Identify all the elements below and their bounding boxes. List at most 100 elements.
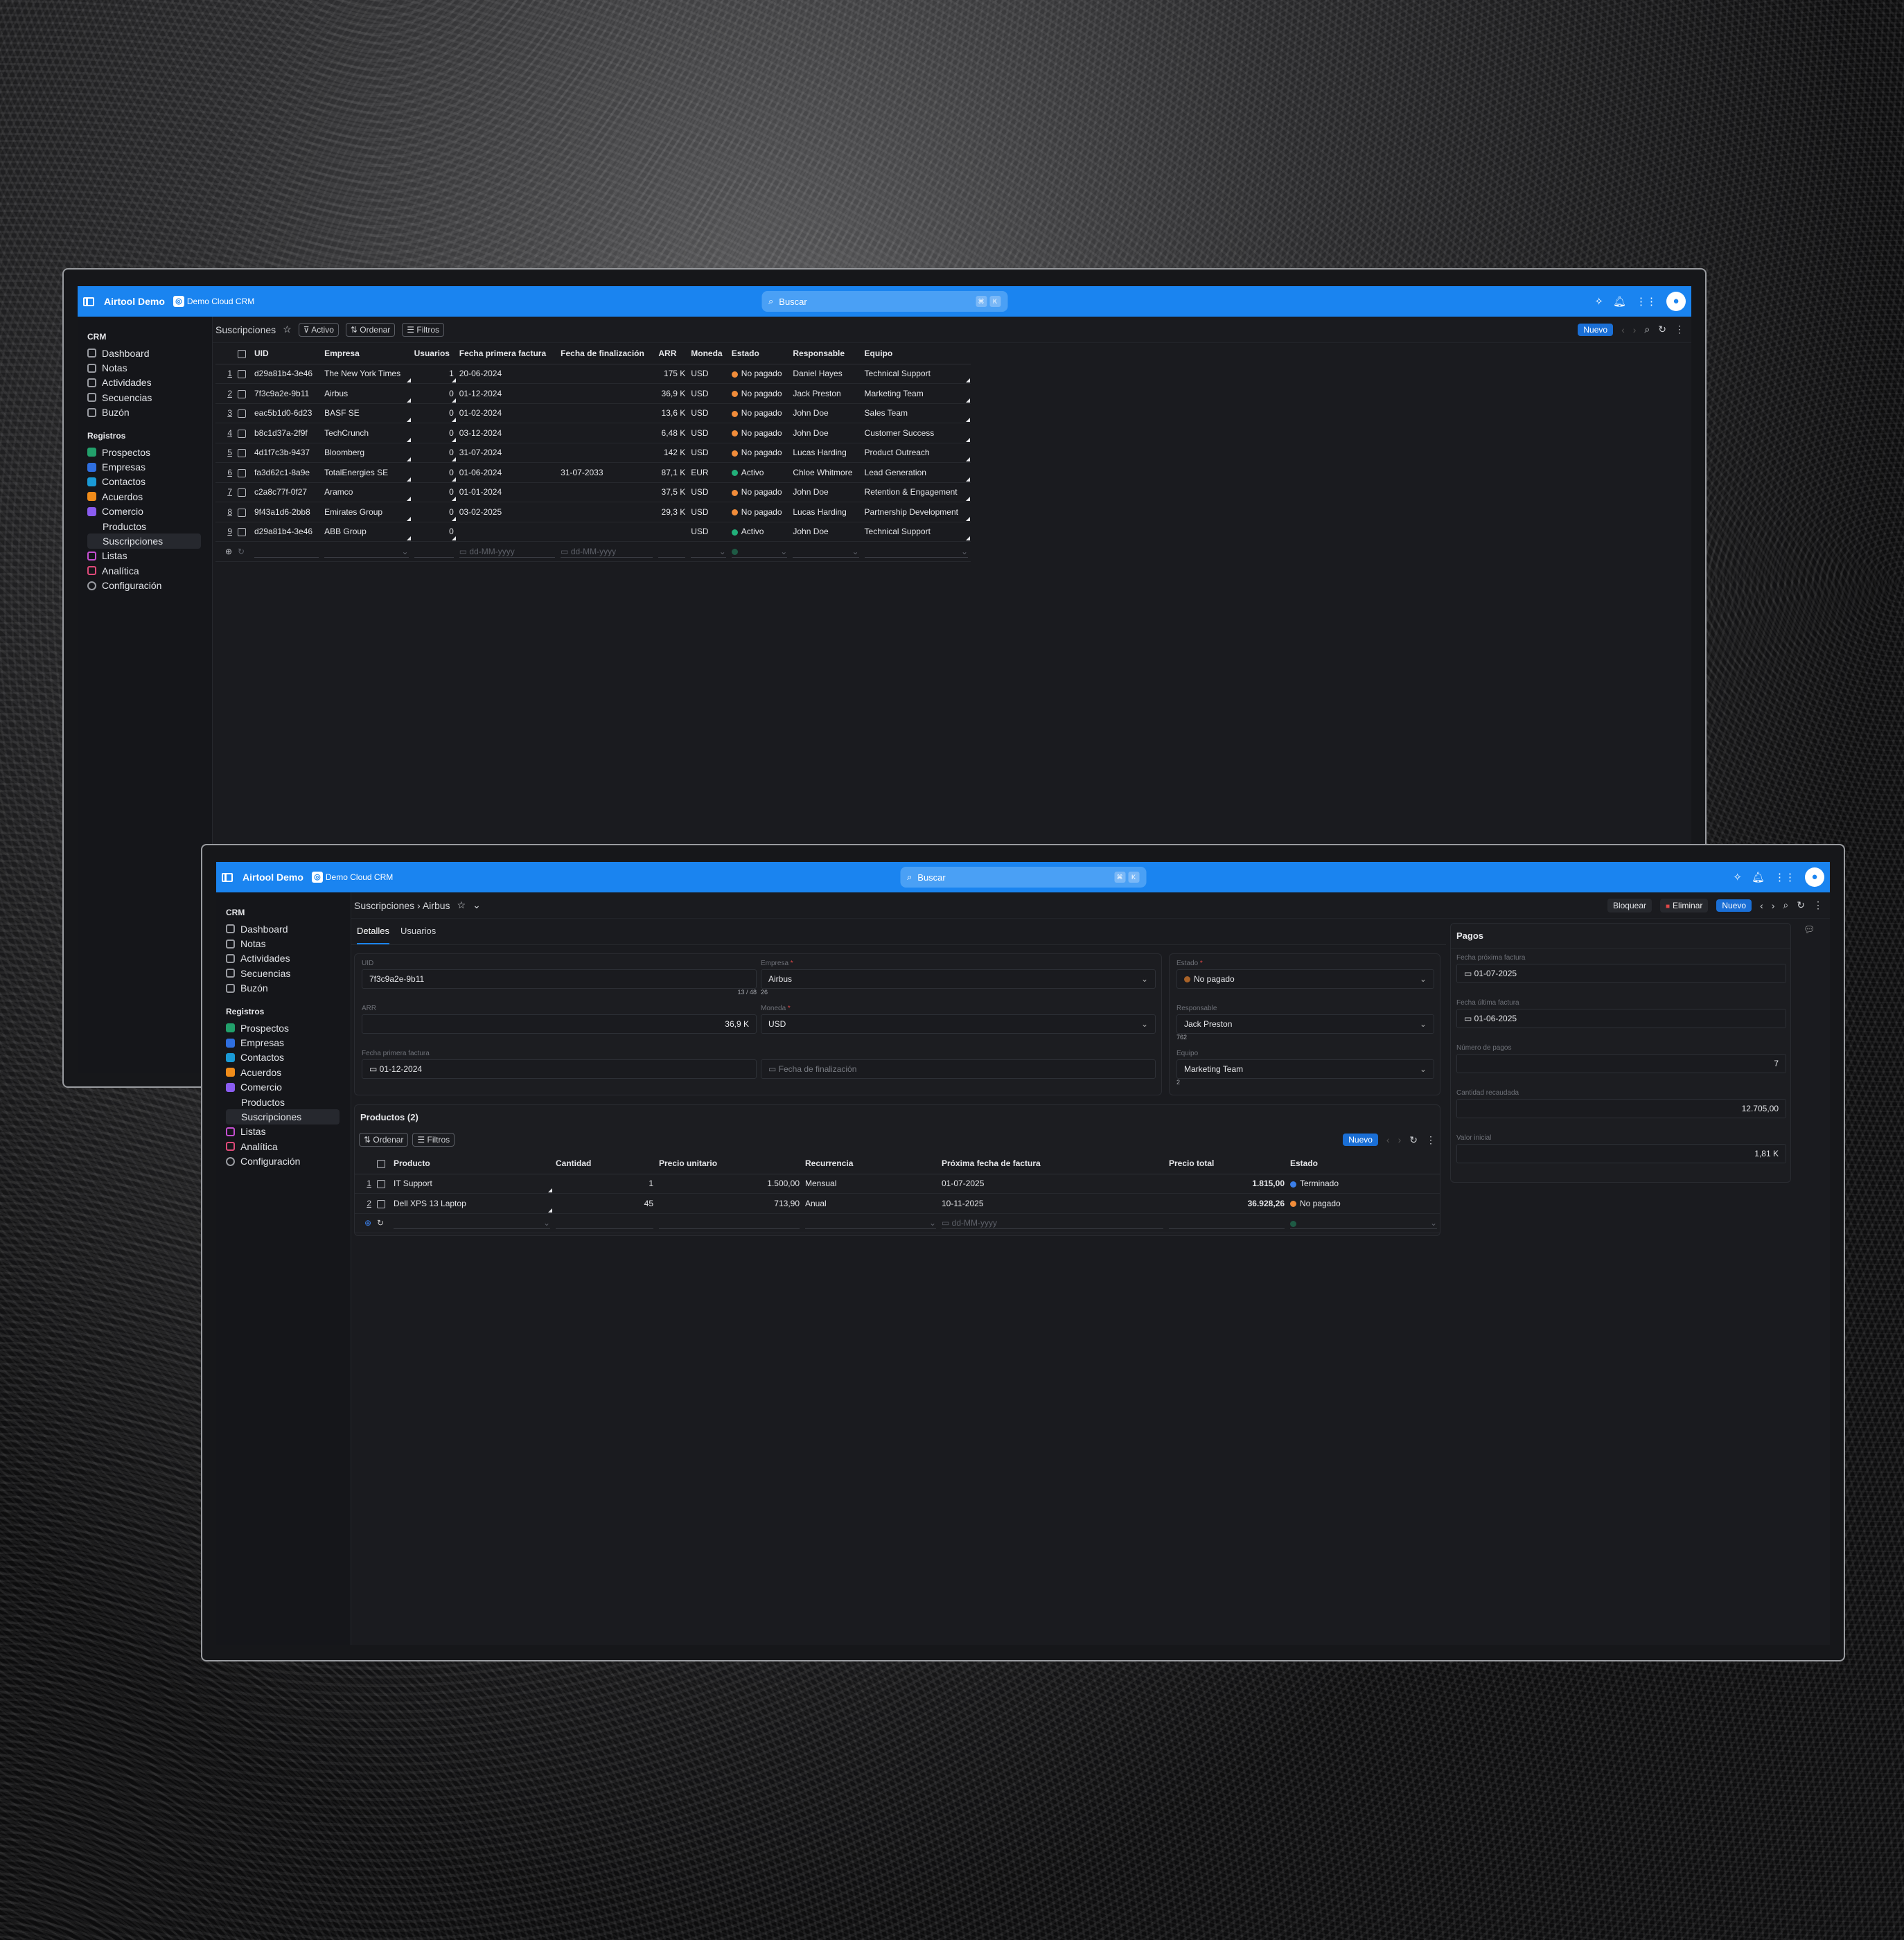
ai-sparkle-icon[interactable]: ✧ (1733, 871, 1742, 883)
sidebar-item-secuencias[interactable]: Secuencias (226, 966, 344, 980)
cell-usuarios[interactable]: 0 (411, 522, 457, 542)
table-row[interactable]: 9 d29a81b4-3e46 ABB Group 0 USD Activo John Do… (215, 522, 971, 542)
new-row[interactable]: ⊕ ↻ ⌄ ⌄ ▭ dd-MM-yyyy ⌄ (355, 1213, 1440, 1233)
cell-arr[interactable]: 87,1 K (655, 462, 689, 483)
row-number[interactable]: 5 (215, 443, 235, 463)
cell-equipo[interactable]: Lead Generation (861, 462, 971, 483)
table-row[interactable]: 3 eac5b1d0-6d23 BASF SE 0 01-02-2024 13,6 K US… (215, 403, 971, 423)
cell-cantidad[interactable]: 45 (553, 1193, 656, 1214)
sidebar-item-notas[interactable]: Notas (226, 936, 344, 951)
cell-usuarios[interactable]: 0 (411, 443, 457, 463)
cell-proxima-fecha[interactable]: 01-07-2025 (939, 1174, 1166, 1194)
uid-input[interactable]: 7f3c9a2e-9b11 (362, 969, 757, 989)
new-fpf-input[interactable]: ▭ dd-MM-yyyy (456, 541, 558, 562)
cell-precio-unitario[interactable]: 1.500,00 (656, 1174, 802, 1194)
new-estado-select[interactable]: ⌄ (728, 541, 791, 562)
cell-uid[interactable]: b8c1d37a-2f9f (252, 423, 322, 443)
equipo-select[interactable]: Marketing Team ⌄ (1176, 1059, 1434, 1079)
column-header[interactable]: UID (252, 343, 322, 364)
chevron-right-icon[interactable]: › (1772, 900, 1775, 911)
avatar[interactable]: ● (1805, 867, 1824, 887)
cell-ff[interactable] (558, 502, 656, 522)
delete-button[interactable]: Eliminar (1660, 898, 1709, 912)
cell-ff[interactable] (558, 522, 656, 542)
column-header[interactable]: Estado (728, 343, 791, 364)
cell-precio-unitario[interactable]: 713,90 (656, 1193, 802, 1214)
tab-usuarios[interactable]: Usuarios (400, 926, 436, 944)
cell-fpf[interactable]: 20-06-2024 (456, 364, 558, 384)
sidebar-item-configuracion[interactable]: Configuración (87, 578, 205, 592)
cell-arr[interactable]: 6,48 K (655, 423, 689, 443)
column-header[interactable]: Fecha de finalización (558, 343, 656, 364)
cell-recurrencia[interactable]: Mensual (802, 1174, 939, 1194)
column-header[interactable]: Fecha primera factura (456, 343, 558, 364)
table-row[interactable]: 4 b8c1d37a-2f9f TechCrunch 0 03-12-2024 6,48 … (215, 423, 971, 443)
fecha-primera-factura-input[interactable]: ▭ 01-12-2024 (362, 1059, 757, 1079)
cell-equipo[interactable]: Technical Support (861, 364, 971, 384)
new-ff-input[interactable]: ▭ dd-MM-yyyy (558, 541, 656, 562)
next-invoice-input[interactable]: ▭ 01-07-2025 (1456, 964, 1786, 983)
new-estado-select[interactable]: ⌄ (1287, 1213, 1440, 1233)
cell-usuarios[interactable]: 0 (411, 462, 457, 483)
cell-usuarios[interactable]: 0 (411, 482, 457, 502)
cell-empresa[interactable]: The New York Times (321, 364, 412, 384)
cell-empresa[interactable]: Bloomberg (321, 443, 412, 463)
chevron-right-icon[interactable]: › (1633, 324, 1637, 335)
responsable-select[interactable]: Jack Preston ⌄ (1176, 1014, 1434, 1034)
cell-ff[interactable]: 31-07-2033 (558, 462, 656, 483)
more-icon[interactable]: ⋮ (1813, 899, 1823, 911)
search-input[interactable]: ⌕ Buscar ⌘ K (900, 867, 1146, 888)
sidebar-item-secuencias[interactable]: Secuencias (87, 390, 205, 405)
more-icon[interactable]: ⋮ (1426, 1134, 1436, 1146)
lock-button[interactable]: Bloquear (1607, 898, 1652, 912)
cell-ff[interactable] (558, 403, 656, 423)
new-uid-input[interactable] (252, 541, 322, 562)
sidebar-item-contactos[interactable]: Contactos (87, 475, 205, 489)
cell-fpf[interactable]: 03-02-2025 (456, 502, 558, 522)
row-checkbox[interactable] (235, 482, 252, 502)
last-invoice-input[interactable]: ▭ 01-06-2025 (1456, 1009, 1786, 1028)
cell-uid[interactable]: d29a81b4-3e46 (252, 364, 322, 384)
cell-uid[interactable]: fa3d62c1-8a9e (252, 462, 322, 483)
chevron-left-icon[interactable]: ‹ (1621, 324, 1625, 335)
sidebar-toggle-icon[interactable] (83, 297, 94, 306)
arr-input[interactable]: 36,9 K (362, 1014, 757, 1034)
cell-uid[interactable]: 9f43a1d6-2bb8 (252, 502, 322, 522)
cell-moneda[interactable]: USD (688, 423, 729, 443)
tab-detalles[interactable]: Detalles (357, 926, 389, 944)
new-moneda-select[interactable]: ⌄ (688, 541, 729, 562)
add-row-icon[interactable]: ⊕ (355, 1213, 374, 1233)
column-header[interactable]: Usuarios (411, 343, 457, 364)
cell-equipo[interactable]: Sales Team (861, 403, 971, 423)
cell-precio-total[interactable]: 1.815,00 (1166, 1174, 1287, 1194)
cell-arr[interactable]: 36,9 K (655, 383, 689, 404)
new-equipo-select[interactable]: ⌄ (861, 541, 971, 562)
breadcrumb-link[interactable]: Suscripciones (354, 900, 414, 911)
cell-estado[interactable]: No pagado (728, 482, 791, 502)
cell-empresa[interactable]: Aramco (321, 482, 412, 502)
cell-ff[interactable] (558, 443, 656, 463)
new-product-button[interactable]: Nuevo (1343, 1134, 1378, 1146)
table-row[interactable]: 6 fa3d62c1-8a9e TotalEnergies SE 0 01-06-202… (215, 462, 971, 483)
active-filter-chip[interactable]: ⊽ Activo (298, 322, 339, 337)
cell-usuarios[interactable]: 0 (411, 502, 457, 522)
cell-empresa[interactable]: Airbus (321, 383, 412, 404)
cell-empresa[interactable]: Emirates Group (321, 502, 412, 522)
refresh-icon[interactable]: ↻ (1797, 899, 1805, 911)
table-row[interactable]: 8 9f43a1d6-2bb8 Emirates Group 0 03-02-2025 2… (215, 502, 971, 522)
cell-resp[interactable]: John Doe (790, 403, 862, 423)
workspace-selector[interactable]: ◎ Demo Cloud CRM (173, 296, 254, 307)
chevron-right-icon[interactable]: › (1398, 1134, 1402, 1145)
cell-ff[interactable] (558, 482, 656, 502)
new-button[interactable]: Nuevo (1578, 323, 1614, 336)
payments-count-input[interactable]: 7 (1456, 1054, 1786, 1073)
sidebar-item-contactos[interactable]: Contactos (226, 1050, 344, 1065)
new-row[interactable]: ⊕ ↻ ⌄ ▭ dd-MM-yyyy ▭ dd-MM-yyyy ⌄ ⌄ ⌄ ⌄ (215, 541, 971, 562)
cell-fpf[interactable]: 01-12-2024 (456, 383, 558, 404)
cell-estado[interactable]: No pagado (728, 443, 791, 463)
cell-uid[interactable]: 4d1f7c3b-9437 (252, 443, 322, 463)
cell-equipo[interactable]: Customer Success (861, 423, 971, 443)
apps-grid-icon[interactable]: ⋮⋮ (1636, 295, 1657, 308)
new-total-input[interactable] (1166, 1213, 1287, 1233)
cell-estado[interactable]: No pagado (728, 403, 791, 423)
